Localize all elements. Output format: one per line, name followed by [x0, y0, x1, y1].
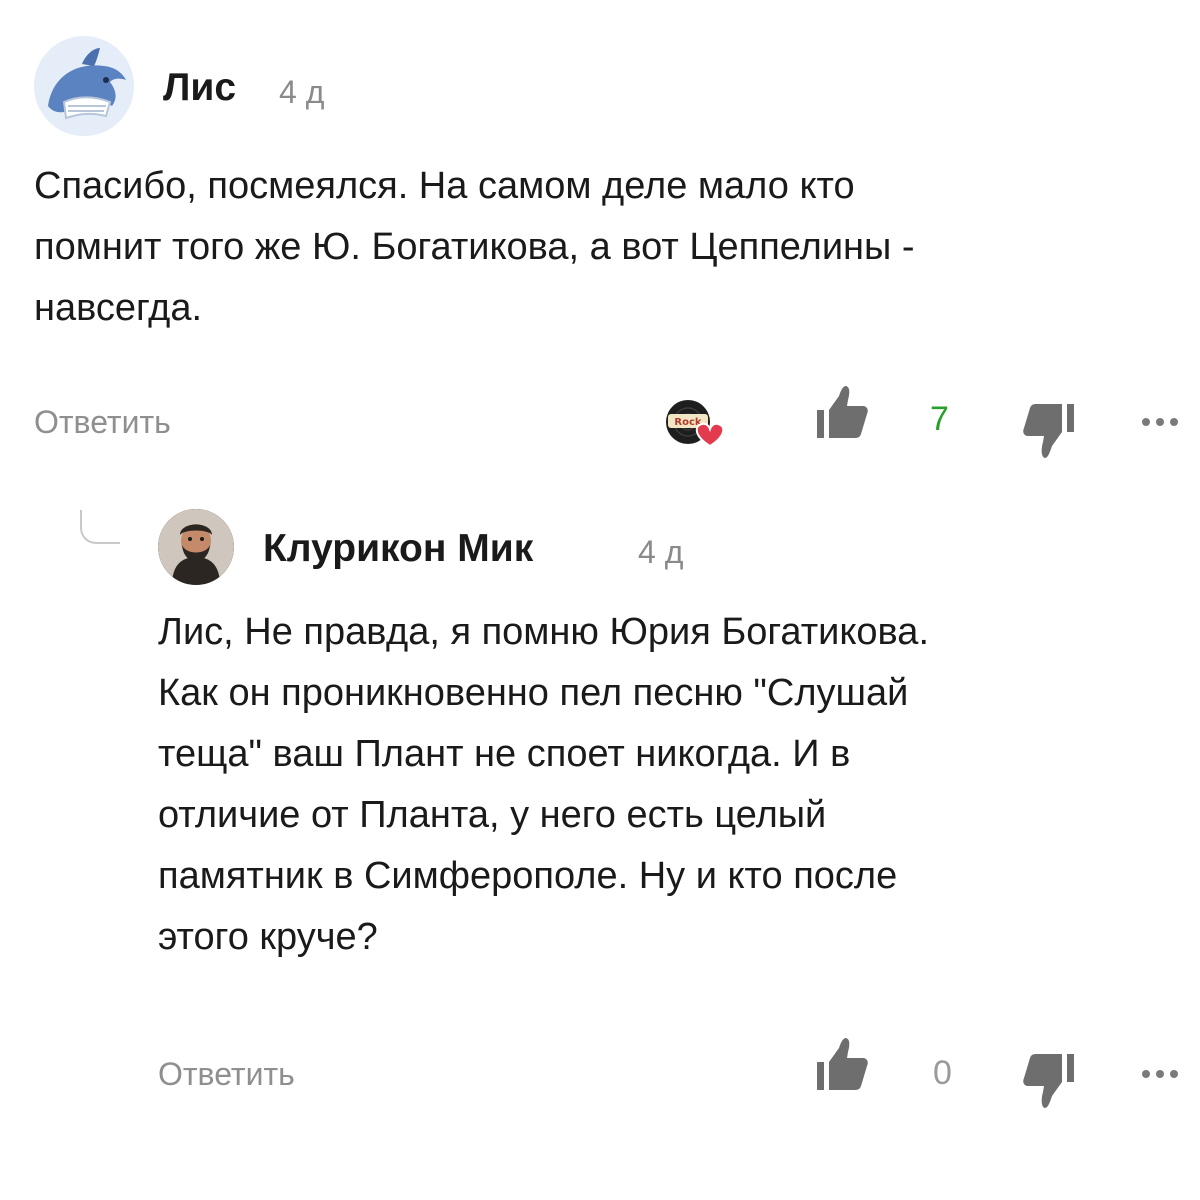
comment-text-line: помнит того же Ю. Богатикова, а вот Цепп… — [34, 226, 915, 268]
thread-connector — [80, 510, 120, 544]
more-dots-icon — [1142, 418, 1178, 426]
avatar[interactable] — [34, 36, 134, 136]
comment-time: 4 д — [279, 74, 325, 110]
dislike-button[interactable] — [1022, 402, 1076, 460]
comment-text-line: Лис, Не правда, я помню Юрия Богатикова. — [158, 611, 930, 653]
thumbs-up-icon — [817, 386, 868, 438]
comment-time: 4 д — [638, 534, 684, 570]
thumbs-down-icon — [1023, 1054, 1074, 1108]
comment-text-line: этого круче? — [158, 916, 378, 958]
comment-text: Лис, Не правда, я помню Юрия Богатикова.… — [158, 602, 929, 968]
comment-text-line: навсегда. — [34, 287, 203, 329]
thumbs-down-icon — [1023, 404, 1074, 458]
more-dots-icon — [1142, 1070, 1178, 1078]
bearded-man-avatar-icon — [158, 509, 234, 585]
rock-heart-badge-icon: Rock — [666, 400, 725, 448]
dislike-button[interactable] — [1022, 1052, 1076, 1110]
more-button[interactable] — [1140, 412, 1186, 432]
comment-author[interactable]: Клурикон Мик — [263, 529, 533, 568]
comment-text-line: Спасибо, посмеялся. На самом деле мало к… — [34, 165, 855, 207]
like-button[interactable] — [815, 1036, 869, 1092]
rock-badge[interactable]: Rock — [664, 398, 726, 448]
like-button[interactable] — [815, 384, 869, 440]
reply-button[interactable]: Ответить — [158, 1058, 295, 1090]
comment-author[interactable]: Лис — [163, 68, 236, 107]
comment-text-line: памятник в Симферополе. Ну и кто после — [158, 855, 898, 897]
like-count: 7 — [930, 400, 949, 438]
comment-text-line: теща" ваш Плант не споет никогда. И в — [158, 733, 851, 775]
dolphin-avatar-icon — [34, 36, 134, 136]
comment-text-line: отличие от Планта, у него есть целый — [158, 794, 827, 836]
comment-text-line: Как он проникновенно пел песню "Слушай — [158, 672, 909, 714]
reply-button[interactable]: Ответить — [34, 406, 171, 438]
comment-text: Спасибо, посмеялся. На самом деле мало к… — [34, 156, 915, 339]
like-count: 0 — [933, 1054, 952, 1092]
more-button[interactable] — [1140, 1064, 1186, 1084]
thumbs-up-icon — [817, 1038, 868, 1090]
avatar[interactable] — [158, 509, 234, 585]
